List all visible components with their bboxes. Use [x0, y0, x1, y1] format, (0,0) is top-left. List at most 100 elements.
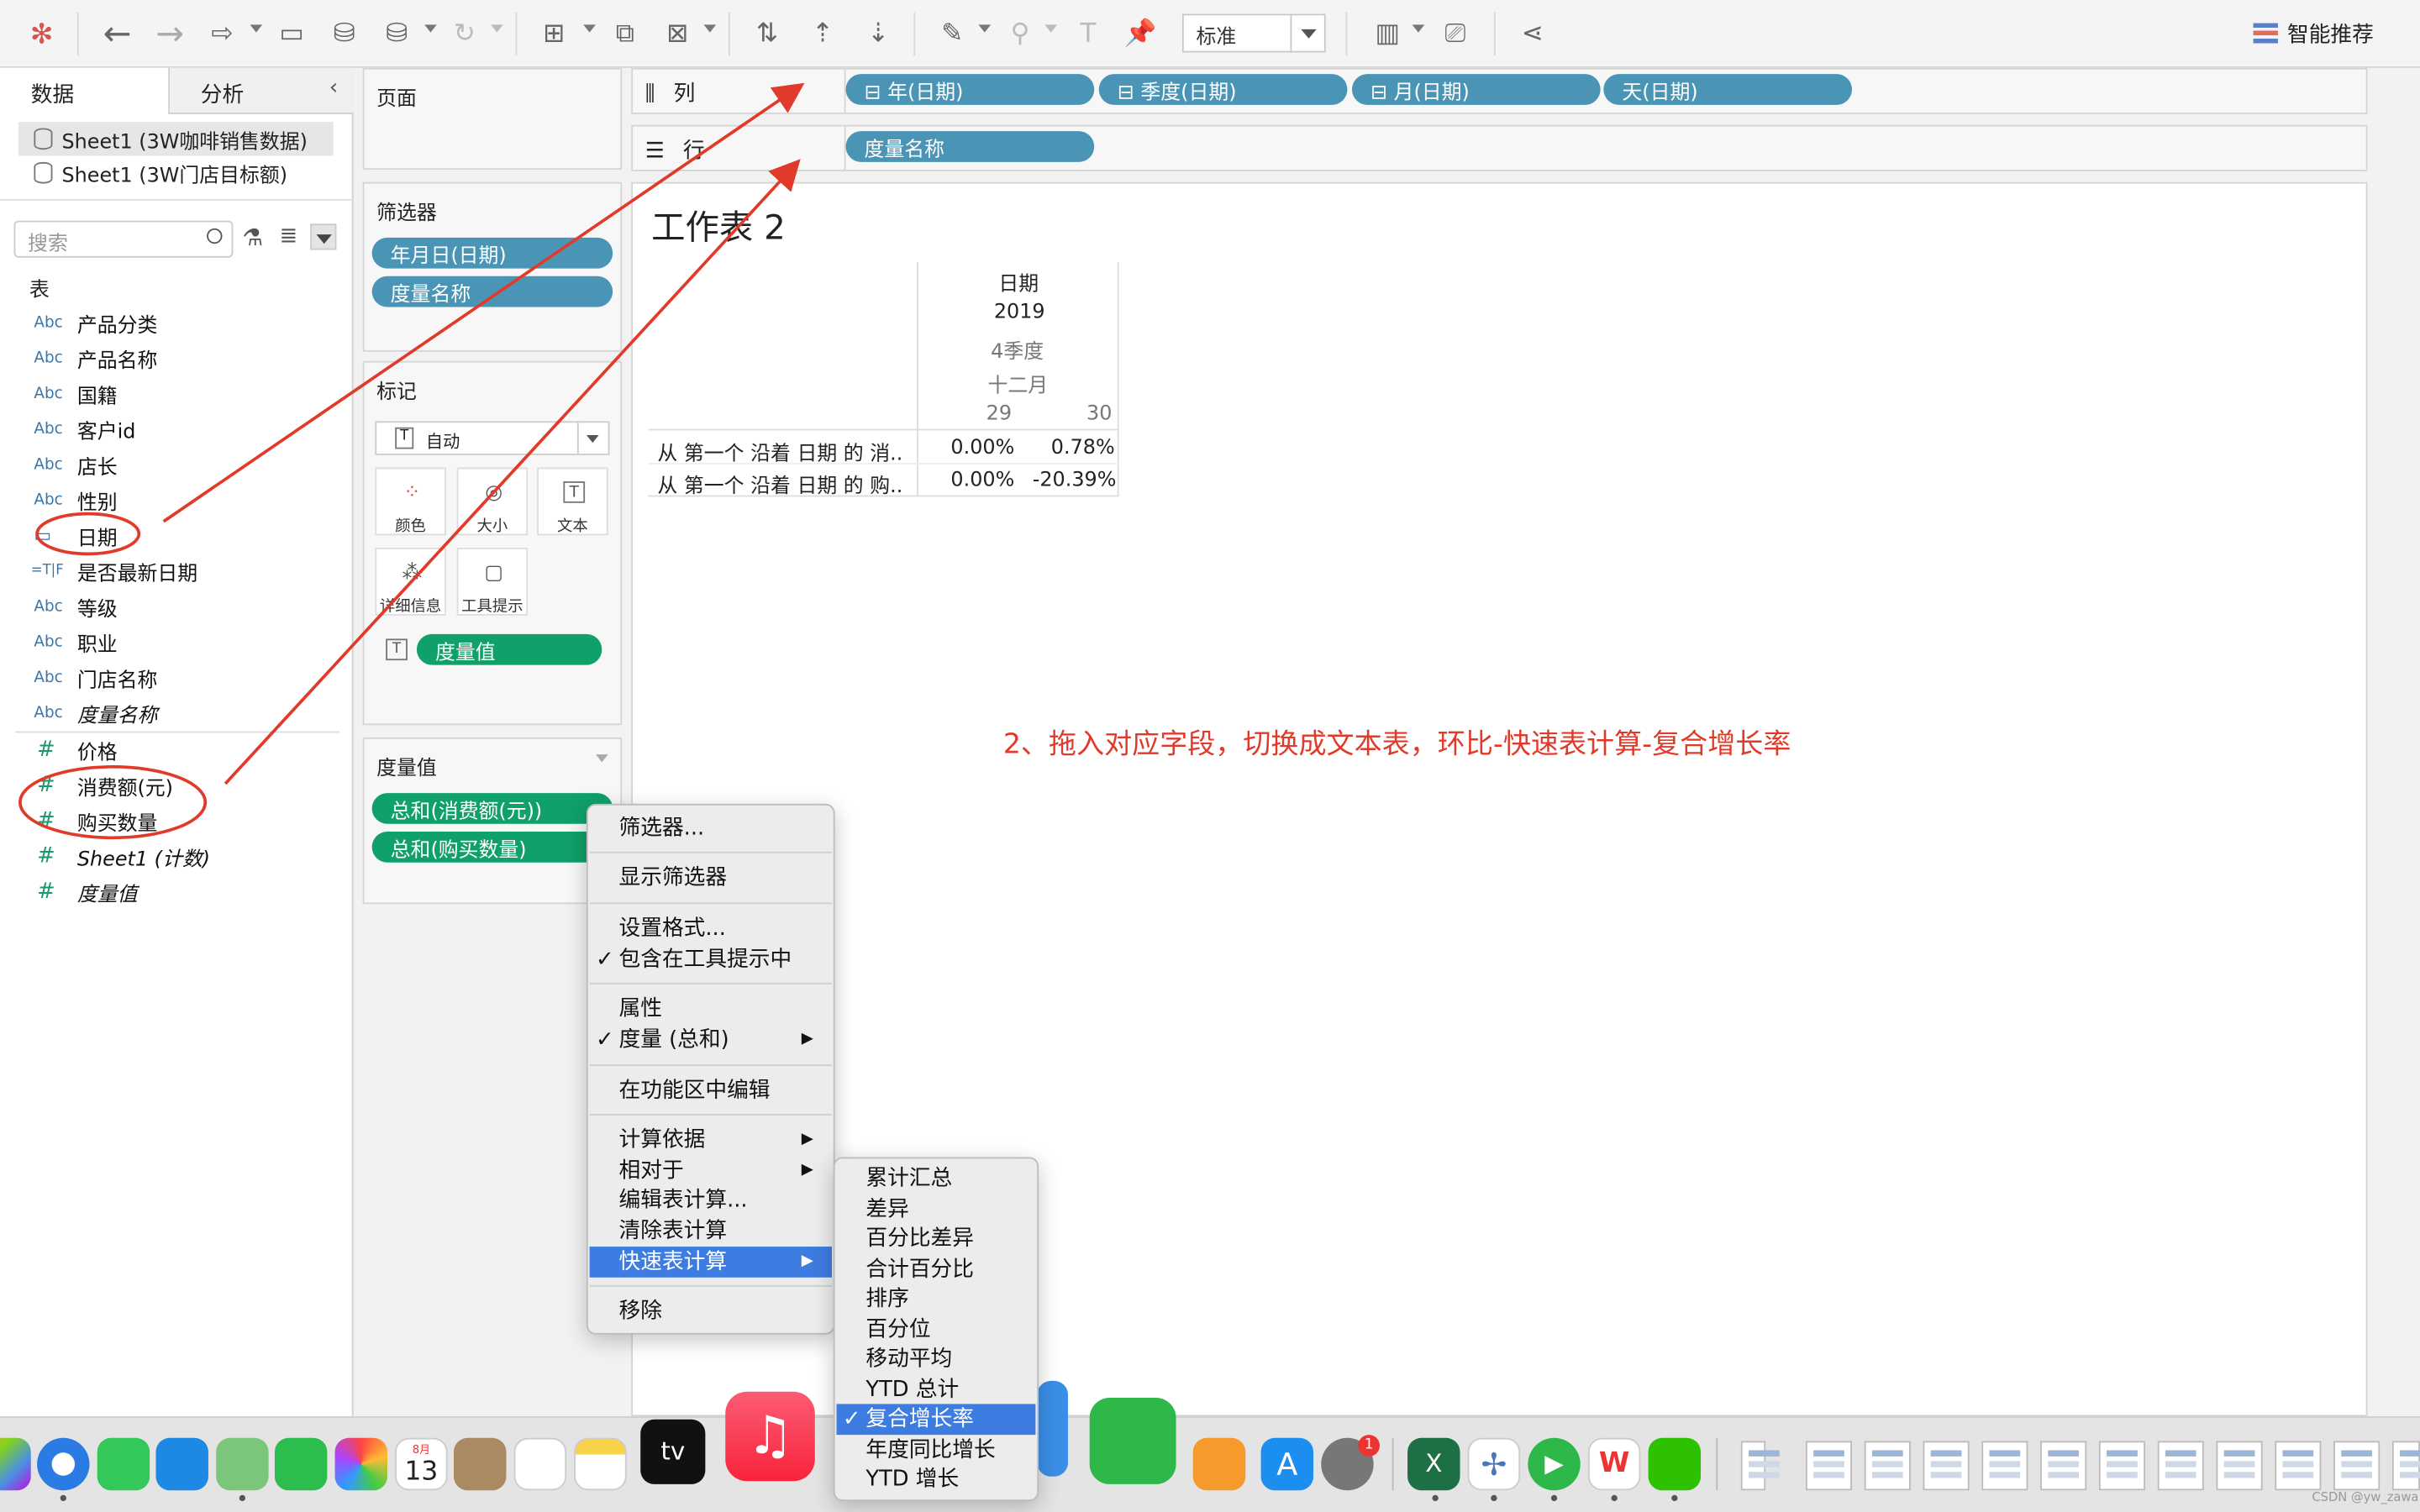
menu-item-label: YTD 增长	[865, 1467, 960, 1493]
safari-icon[interactable]	[37, 1437, 90, 1491]
quick-table-calc-submenu: 累计汇总 差异 百分比差异 合计百分比 排序 百分位 移动平均 YTD 总计 ✓…	[833, 1157, 1039, 1502]
reminders-icon[interactable]	[513, 1437, 567, 1491]
minimized-window[interactable]	[2275, 1441, 2322, 1491]
photos-icon[interactable]	[334, 1437, 388, 1491]
excel-icon[interactable]: X	[1407, 1437, 1460, 1491]
menu-item-label: 复合增长率	[865, 1407, 974, 1432]
menu-item-label: 度量 (总和)	[618, 1027, 729, 1053]
menu-item-label: 百分比差异	[865, 1226, 974, 1252]
submenu-arrow-icon: ▶	[801, 1252, 813, 1270]
submenu-item-rank[interactable]: 排序	[836, 1284, 1035, 1315]
tv-label: tv	[660, 1436, 686, 1466]
minimized-window[interactable]	[2157, 1441, 2204, 1491]
menu-item-show-filter[interactable]: 显示筛选器	[590, 863, 832, 894]
submenu-arrow-icon: ▶	[801, 1131, 813, 1148]
menu-item-attribute[interactable]: 属性	[590, 994, 832, 1025]
arrow-date-to-columns	[162, 82, 805, 523]
menu-item-measure-sum[interactable]: ✓ 度量 (总和) ▶	[590, 1025, 832, 1056]
minimized-window[interactable]	[2391, 1441, 2420, 1491]
partially-hidden-app-icon[interactable]	[1037, 1380, 1068, 1477]
menu-item-label: 移动平均	[865, 1347, 953, 1372]
submenu-item-ytd-total[interactable]: YTD 总计	[836, 1374, 1035, 1405]
wps-icon[interactable]: W	[1587, 1437, 1641, 1491]
submenu-item-ytd-growth[interactable]: YTD 增长	[836, 1464, 1035, 1495]
menu-item-quick-table-calc[interactable]: 快速表计算 ▶	[589, 1247, 832, 1278]
menu-item-label: 排序	[865, 1286, 909, 1312]
menu-item-label: 相对于	[618, 1158, 684, 1184]
messages-icon[interactable]	[97, 1437, 150, 1491]
menu-item-remove[interactable]: 移除	[590, 1296, 832, 1327]
minimized-window[interactable]	[1923, 1441, 1970, 1491]
menu-item-label: 计算依据	[618, 1127, 706, 1153]
context-menu: 筛选器... 显示筛选器 设置格式... ✓ 包含在工具提示中 属性 ✓ 度量 (总…	[586, 803, 835, 1335]
minimized-window[interactable]	[1864, 1441, 1911, 1491]
minimized-window[interactable]	[1981, 1441, 2028, 1491]
maps-icon[interactable]	[216, 1437, 269, 1491]
menu-item-label: 编辑表计算...	[618, 1188, 748, 1213]
menu-item-label: YTD 总计	[865, 1378, 960, 1403]
minimized-window[interactable]	[2333, 1441, 2381, 1491]
menu-item-label: 累计汇总	[865, 1166, 953, 1191]
minimized-window[interactable]	[2098, 1441, 2146, 1491]
minimized-window[interactable]	[1740, 1441, 1780, 1491]
menu-item-label: 差异	[865, 1197, 909, 1222]
launchpad-icon[interactable]	[0, 1437, 31, 1491]
annotation-arrows	[18, 82, 805, 840]
checkmark-icon: ✓	[595, 1027, 614, 1053]
watermark: CSDN @yw_zawa	[2312, 1490, 2419, 1504]
menu-item-label: 筛选器...	[618, 816, 705, 842]
arrow-measures-to-rows	[224, 159, 801, 785]
submenu-item-percent-difference[interactable]: 百分比差异	[836, 1224, 1035, 1255]
menu-item-relative-to[interactable]: 相对于 ▶	[590, 1156, 832, 1187]
submenu-arrow-icon: ▶	[801, 1030, 813, 1048]
calendar-day: 13	[404, 1456, 439, 1488]
menu-item-label: 百分位	[865, 1317, 931, 1342]
menu-item-label: 在功能区中编辑	[618, 1078, 771, 1104]
menu-item-label: 设置格式...	[618, 916, 726, 942]
checkmark-icon: ✓	[595, 947, 614, 973]
menu-item-filter[interactable]: 筛选器...	[590, 813, 832, 844]
notification-badge: 1	[1358, 1435, 1381, 1457]
menu-item-label: 显示筛选器	[618, 865, 728, 890]
menu-item-label: 移除	[618, 1299, 662, 1324]
tableau-window: ✻ ← → ⇨ ▭ ⛁ ⛁ ↻ ⊞ ⧉ ⊠ ⇅ ⇡ ⇣ ✎ ⚲ T 📌 标准 ▥…	[0, 0, 2420, 1512]
menu-item-label: 清除表计算	[618, 1218, 728, 1244]
menu-item-label: 快速表计算	[618, 1249, 728, 1275]
submenu-item-difference[interactable]: 差异	[836, 1194, 1035, 1226]
submenu-item-moving-average[interactable]: 移动平均	[836, 1344, 1035, 1375]
menu-item-clear-table-calc[interactable]: 清除表计算	[590, 1215, 832, 1247]
music-icon[interactable]: ♫	[725, 1391, 815, 1482]
submenu-item-running-total[interactable]: 累计汇总	[836, 1163, 1035, 1194]
contacts-icon[interactable]	[453, 1437, 507, 1491]
menu-item-label: 属性	[618, 996, 662, 1021]
menu-item-include-in-tooltip[interactable]: ✓ 包含在工具提示中	[590, 944, 832, 975]
menu-item-edit-table-calc[interactable]: 编辑表计算...	[590, 1185, 832, 1216]
numbers-icon[interactable]	[1089, 1398, 1176, 1484]
submenu-item-percentile[interactable]: 百分位	[836, 1315, 1035, 1346]
app-store-icon[interactable]: A	[1260, 1437, 1314, 1491]
mail-icon[interactable]	[155, 1437, 208, 1491]
menu-item-edit-in-shelf[interactable]: 在功能区中编辑	[590, 1075, 832, 1106]
submenu-item-compound-growth[interactable]: ✓ 复合增长率	[836, 1404, 1036, 1436]
submenu-item-percent-of-total[interactable]: 合计百分比	[836, 1254, 1035, 1285]
circle-measure-fields	[18, 765, 208, 840]
submenu-arrow-icon: ▶	[801, 1162, 813, 1179]
minimized-window[interactable]	[2216, 1441, 2263, 1491]
facetime-icon[interactable]	[274, 1437, 328, 1491]
minimized-window[interactable]	[2040, 1441, 2087, 1491]
media-player-icon[interactable]: ▶	[1528, 1437, 1581, 1491]
pages-icon[interactable]	[1192, 1437, 1246, 1491]
menu-item-compute-using[interactable]: 计算依据 ▶	[590, 1125, 832, 1156]
apple-tv-icon[interactable]: tv	[640, 1419, 706, 1484]
menu-item-label: 年度同比增长	[865, 1437, 996, 1463]
tableau-icon[interactable]: ✢	[1467, 1437, 1521, 1491]
menu-item-format[interactable]: 设置格式...	[590, 913, 832, 944]
submenu-item-year-over-year[interactable]: 年度同比增长	[836, 1435, 1035, 1466]
menu-item-label: 包含在工具提示中	[618, 947, 792, 973]
wechat-icon[interactable]	[1648, 1437, 1702, 1491]
notes-icon[interactable]	[574, 1437, 627, 1491]
circle-date-field	[35, 512, 141, 556]
calendar-icon[interactable]: 8月 13	[395, 1437, 448, 1491]
minimized-window[interactable]	[1805, 1441, 1853, 1491]
menu-item-label: 合计百分比	[865, 1257, 974, 1283]
